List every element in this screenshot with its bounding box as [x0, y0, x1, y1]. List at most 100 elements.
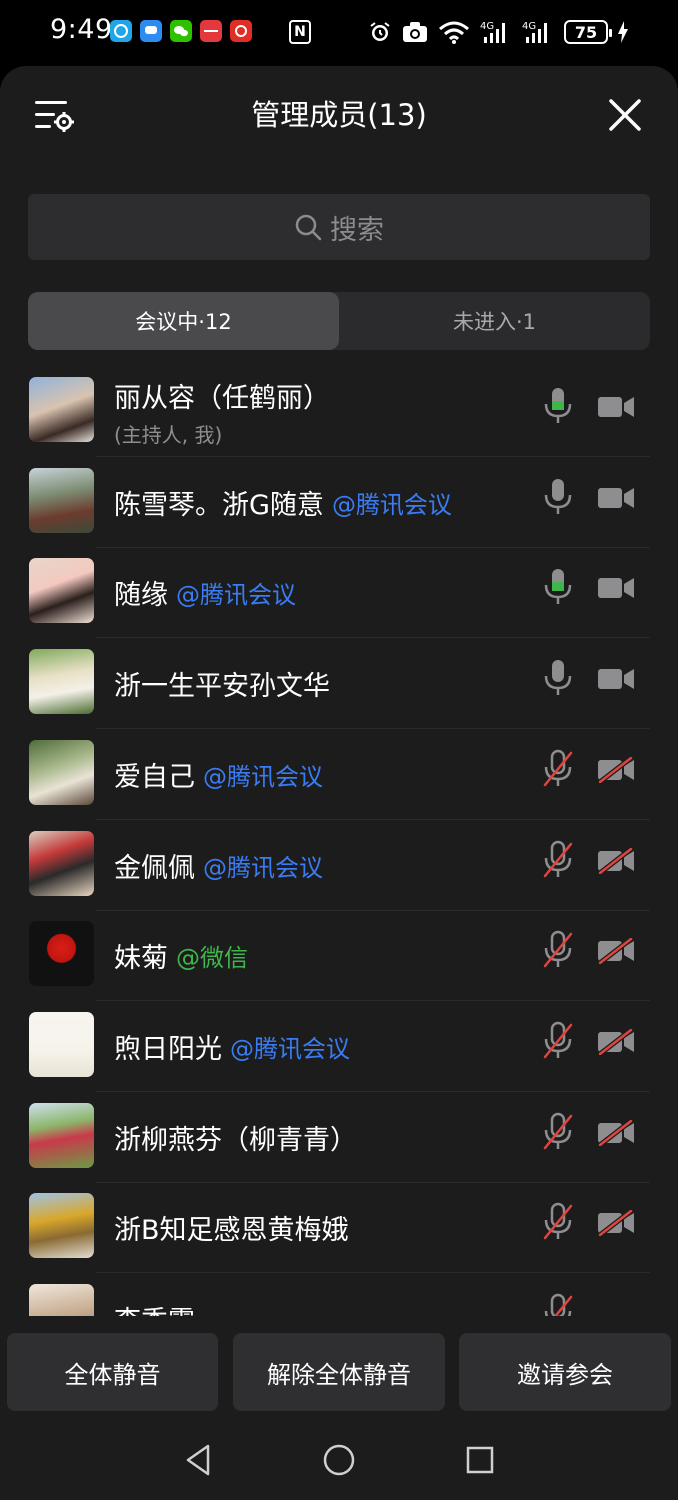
camera-muted-icon — [598, 1027, 634, 1056]
battery-indicator: 75 — [564, 20, 612, 44]
member-name: 煦日阳光 — [114, 1033, 222, 1065]
mic-muted-icon — [543, 1021, 573, 1059]
member-name: 浙柳燕芬（柳青青） — [114, 1124, 357, 1156]
mic-muted-icon — [543, 840, 573, 877]
home-nav-button[interactable] — [319, 1440, 359, 1480]
system-nav-bar — [0, 1426, 678, 1500]
member-row[interactable]: 妹菊 @微信 — [0, 910, 678, 1002]
mic-speaking-icon — [544, 569, 572, 605]
search-placeholder: 搜索 — [330, 214, 384, 246]
close-button[interactable] — [608, 98, 642, 132]
tab-in-meeting[interactable]: 会议中·12 — [28, 292, 339, 350]
member-name: 丽从容（任鹤丽） — [114, 383, 330, 414]
member-source-tag: @腾讯会议 — [203, 762, 323, 791]
member-name: 浙一生平安孙文华 — [114, 671, 330, 703]
member-name-block: 金佩佩 @腾讯会议 — [114, 820, 323, 911]
camera-toggle[interactable] — [597, 1118, 635, 1147]
camera-muted-icon — [598, 755, 634, 784]
recents-nav-button[interactable] — [460, 1440, 500, 1480]
search-icon — [295, 214, 322, 241]
signal-2-icon: 4G — [522, 17, 554, 47]
member-row[interactable]: 李秀霞 — [0, 1273, 678, 1316]
member-row[interactable]: 金佩佩 @腾讯会议 — [0, 820, 678, 911]
member-row[interactable]: 浙柳燕芬（柳青青） — [0, 1092, 678, 1183]
camera-toggle[interactable] — [597, 755, 635, 784]
camera-toggle[interactable] — [597, 394, 635, 420]
member-name-block: 随缘 @腾讯会议 — [114, 547, 296, 638]
avatar — [29, 558, 94, 624]
camera-status-icon — [402, 17, 428, 47]
mic-toggle[interactable] — [541, 1021, 575, 1061]
avatar — [29, 1193, 94, 1259]
camera-toggle[interactable] — [597, 1209, 635, 1238]
member-row[interactable]: 煦日阳光 @腾讯会议 — [0, 1001, 678, 1092]
mic-muted-icon — [543, 749, 573, 787]
back-triangle-icon — [186, 1444, 210, 1476]
status-bar: 9:49 N 4G 4G 75 — [0, 0, 678, 64]
mic-toggle[interactable] — [541, 658, 575, 698]
mic-toggle[interactable] — [541, 930, 575, 970]
member-list: 丽从容（任鹤丽） (主持人, 我) 陈雪琴。浙G随意 @腾讯会议 随缘 @腾讯会… — [0, 366, 678, 1316]
mic-toggle[interactable] — [541, 567, 575, 607]
mic-muted-icon — [543, 1203, 573, 1240]
member-name: 李秀霞 — [114, 1299, 195, 1316]
member-row[interactable]: 爱自己 @腾讯会议 — [0, 729, 678, 820]
member-row[interactable]: 随缘 @腾讯会议 — [0, 547, 678, 639]
camera-toggle[interactable] — [597, 1027, 635, 1056]
system-icons: 4G 4G 75 — [368, 17, 628, 47]
member-name: 金佩佩 — [114, 852, 195, 884]
invite-button[interactable]: 邀请参会 — [459, 1333, 671, 1411]
member-row[interactable]: 丽从容（任鹤丽） (主持人, 我) — [0, 366, 678, 457]
camera-toggle[interactable] — [597, 937, 635, 966]
close-icon — [609, 99, 641, 131]
mic-toggle[interactable] — [541, 386, 575, 426]
action-bar: 全体静音 解除全体静音 邀请参会 — [0, 1316, 678, 1426]
chat-app-icon — [110, 20, 132, 42]
member-row[interactable]: 浙一生平安孙文华 — [0, 638, 678, 730]
alarm-icon — [368, 17, 392, 47]
mic-muted-icon — [544, 1293, 573, 1316]
shopping-app-icon — [230, 20, 252, 42]
camera-icon — [598, 397, 634, 417]
member-row[interactable]: 浙B知足感恩黄梅娥 — [0, 1182, 678, 1274]
member-source-tag: @腾讯会议 — [176, 581, 296, 610]
camera-toggle[interactable] — [597, 485, 635, 511]
member-row[interactable]: 陈雪琴。浙G随意 @腾讯会议 — [0, 457, 678, 548]
mic-toggle[interactable] — [541, 477, 575, 517]
camera-toggle[interactable] — [597, 575, 635, 601]
mute-all-button[interactable]: 全体静音 — [7, 1333, 218, 1411]
search-input[interactable]: 搜索 — [28, 194, 650, 260]
mic-toggle[interactable] — [541, 749, 575, 789]
camera-muted-icon — [598, 937, 634, 966]
mic-on-icon — [544, 478, 572, 514]
mic-toggle[interactable] — [541, 840, 575, 880]
back-nav-button[interactable] — [180, 1440, 220, 1480]
camera-muted-icon — [598, 846, 634, 875]
unmute-all-button[interactable]: 解除全体静音 — [233, 1333, 445, 1411]
mic-toggle[interactable] — [541, 1293, 575, 1316]
home-circle-icon — [323, 1444, 355, 1476]
member-name-block: 浙柳燕芬（柳青青） — [114, 1092, 357, 1183]
member-source-tag: @腾讯会议 — [203, 853, 323, 882]
camera-toggle[interactable] — [597, 846, 635, 875]
svg-text:4G: 4G — [480, 21, 494, 32]
member-source-tag: @腾讯会议 — [230, 1034, 350, 1063]
mic-toggle[interactable] — [541, 1112, 575, 1152]
mic-toggle[interactable] — [541, 1202, 575, 1242]
mic-on-icon — [544, 660, 572, 696]
page-title: 管理成员(13) — [251, 98, 427, 132]
tab-not-joined[interactable]: 未进入·1 — [339, 292, 650, 350]
avatar — [29, 1102, 94, 1168]
member-role: (主持人, 我) — [114, 423, 223, 447]
member-name-block: 妹菊 @微信 — [114, 910, 248, 1001]
avatar — [29, 377, 94, 442]
mic-speaking-icon — [544, 388, 572, 423]
member-name: 陈雪琴。浙G随意 — [114, 489, 324, 521]
camera-toggle[interactable] — [597, 666, 635, 692]
member-name: 浙B知足感恩黄梅娥 — [114, 1215, 349, 1247]
member-source-tag: @微信 — [176, 944, 248, 973]
svg-text:4G: 4G — [522, 21, 536, 32]
camera-muted-icon — [598, 1118, 634, 1147]
charging-icon — [618, 17, 628, 47]
member-source-tag: @腾讯会议 — [331, 490, 452, 519]
